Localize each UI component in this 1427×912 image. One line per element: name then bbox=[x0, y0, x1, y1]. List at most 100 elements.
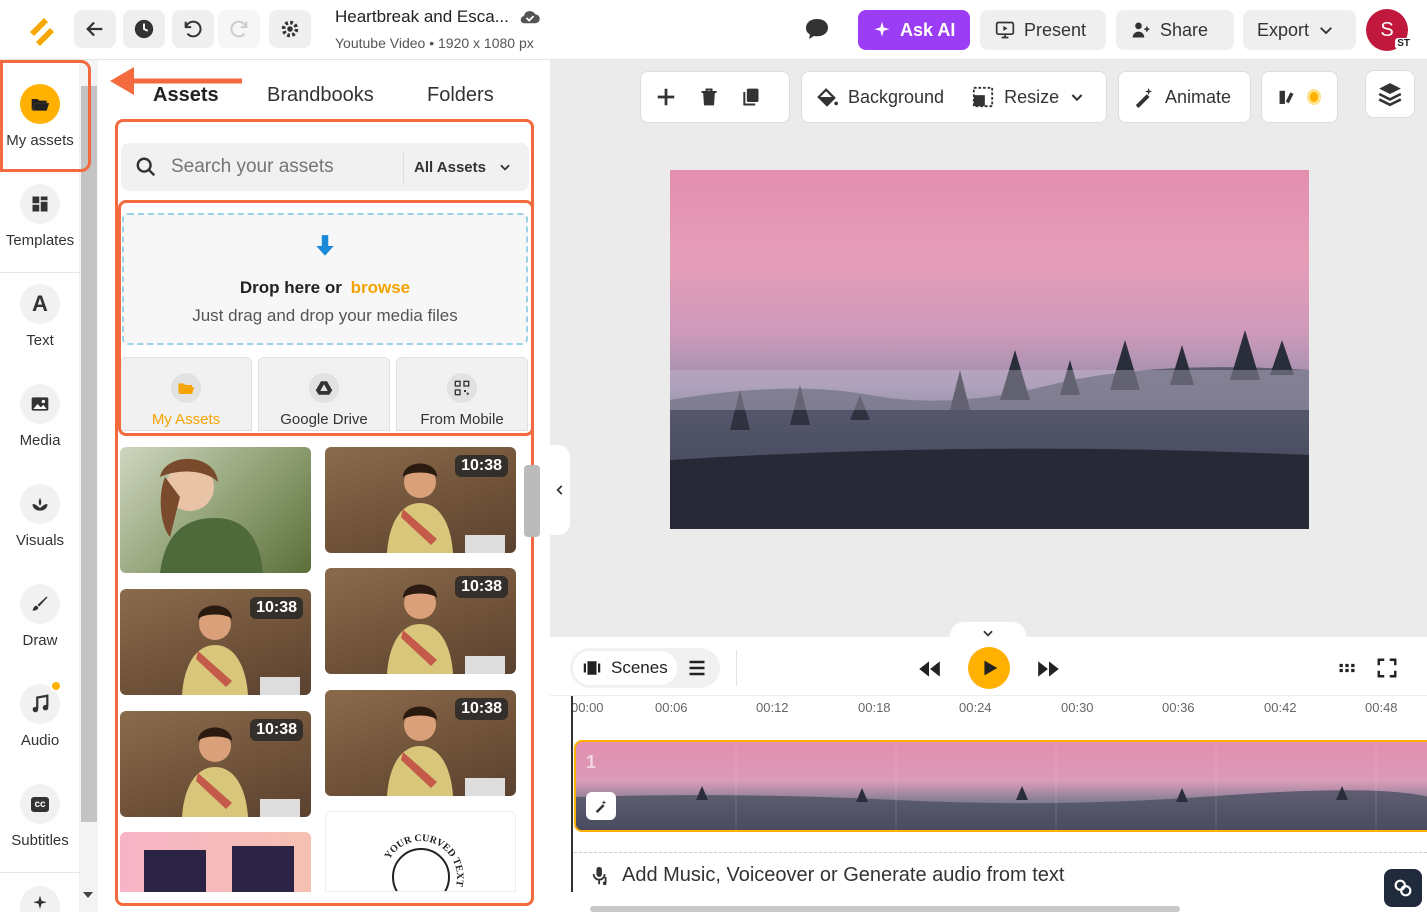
export-button[interactable]: Export bbox=[1243, 10, 1356, 50]
annotation-arrow-icon bbox=[110, 67, 242, 95]
view-toggle: Scenes bbox=[570, 648, 720, 688]
rail-item-text[interactable]: A Text bbox=[0, 266, 80, 356]
scenes-view-button[interactable]: Scenes bbox=[573, 651, 677, 685]
time-tick: 00:36 bbox=[1162, 700, 1195, 715]
text-icon: A bbox=[20, 284, 60, 324]
animate-label: Animate bbox=[1165, 86, 1232, 107]
highlight-upload-area bbox=[118, 200, 534, 436]
arrow-left-icon bbox=[86, 21, 103, 37]
collapse-panel-button[interactable] bbox=[550, 445, 570, 535]
avatar-badge: ST bbox=[1395, 38, 1412, 49]
rail-item-more[interactable] bbox=[20, 886, 60, 912]
rail-item-visuals[interactable]: Visuals bbox=[0, 466, 80, 556]
canvas-scene-image[interactable] bbox=[670, 170, 1309, 529]
resize-icon bbox=[972, 86, 994, 108]
redo-button[interactable] bbox=[218, 10, 260, 48]
rail-label: Templates bbox=[5, 232, 75, 249]
export-label: Export bbox=[1257, 19, 1310, 40]
play-button[interactable] bbox=[968, 647, 1010, 689]
scene-animate-button[interactable] bbox=[586, 792, 616, 820]
layers-icon bbox=[1378, 83, 1402, 107]
brush-icon bbox=[20, 584, 60, 624]
fast-forward-icon[interactable] bbox=[1036, 656, 1062, 682]
duplicate-icon[interactable] bbox=[741, 86, 761, 108]
background-button[interactable]: Background bbox=[816, 86, 944, 108]
add-audio-label: Add Music, Voiceover or Generate audio f… bbox=[622, 864, 1065, 886]
playhead[interactable] bbox=[571, 696, 573, 892]
resize-label: Resize bbox=[1004, 86, 1060, 107]
help-widget-button[interactable] bbox=[1384, 869, 1422, 907]
rail-label: Draw bbox=[22, 632, 58, 649]
cc-icon: cc bbox=[20, 784, 60, 824]
animate-button[interactable]: Animate bbox=[1118, 71, 1251, 123]
add-audio-row[interactable]: Add Music, Voiceover or Generate audio f… bbox=[574, 852, 1427, 898]
top-bar: Heartbreak and Esca... Youtube Video • 1… bbox=[0, 0, 1427, 60]
time-tick: 00:18 bbox=[858, 700, 891, 715]
edit-toolbar bbox=[640, 71, 790, 123]
rail-label: Visuals bbox=[15, 532, 65, 549]
trash-icon[interactable] bbox=[699, 86, 719, 108]
document-subtitle: Youtube Video • 1920 x 1080 px bbox=[335, 35, 534, 51]
layers-button[interactable] bbox=[1366, 71, 1414, 117]
fullscreen-icon[interactable] bbox=[1376, 657, 1398, 679]
list-view-icon[interactable] bbox=[688, 659, 706, 677]
chevron-left-icon bbox=[556, 485, 563, 495]
new-dot-icon bbox=[50, 680, 62, 692]
rail-scrollbar-thumb[interactable] bbox=[81, 86, 97, 822]
time-tick: 00:12 bbox=[756, 700, 789, 715]
scene-number: 1 bbox=[586, 752, 597, 772]
monitor-icon bbox=[995, 21, 1015, 39]
brand-kit-button[interactable] bbox=[1261, 71, 1338, 123]
rail-label: Text bbox=[26, 332, 54, 349]
scene-clip[interactable]: 1 bbox=[574, 740, 1427, 832]
settings-button[interactable] bbox=[269, 10, 311, 48]
rewind-icon[interactable] bbox=[916, 656, 942, 682]
chevron-down-icon bbox=[1320, 27, 1332, 35]
ask-ai-button[interactable]: Ask AI bbox=[858, 10, 970, 50]
cloud-saved-icon bbox=[520, 11, 540, 24]
rail-item-media[interactable]: Media bbox=[0, 366, 80, 456]
history-button[interactable] bbox=[123, 10, 165, 48]
scroll-down-arrow-icon[interactable] bbox=[83, 892, 93, 898]
chevron-down-icon bbox=[1071, 94, 1083, 102]
back-button[interactable] bbox=[74, 10, 116, 48]
time-tick: 00:24 bbox=[959, 700, 992, 715]
app-logo[interactable] bbox=[22, 12, 62, 48]
add-icon[interactable] bbox=[655, 86, 677, 108]
music-note-icon bbox=[20, 680, 62, 724]
user-avatar[interactable]: S ST bbox=[1366, 9, 1412, 51]
rail-item-audio[interactable]: Audio bbox=[0, 666, 80, 756]
share-button[interactable]: Share bbox=[1116, 10, 1234, 50]
background-resize-toolbar: Background Resize bbox=[801, 71, 1107, 123]
tab-folders[interactable]: Folders bbox=[427, 84, 494, 107]
document-title[interactable]: Heartbreak and Esca... bbox=[335, 7, 541, 27]
tab-brandbooks[interactable]: Brandbooks bbox=[267, 84, 374, 107]
music-mic-icon bbox=[592, 866, 607, 885]
paint-bucket-icon bbox=[817, 88, 838, 107]
play-icon bbox=[984, 660, 998, 676]
foggy-forest-image bbox=[670, 330, 1309, 529]
rail-item-templates[interactable]: Templates bbox=[0, 166, 80, 256]
comments-icon[interactable] bbox=[804, 17, 830, 46]
gear-icon bbox=[281, 20, 299, 38]
time-tick: 00:30 bbox=[1061, 700, 1094, 715]
rail-item-draw[interactable]: Draw bbox=[0, 566, 80, 656]
present-label: Present bbox=[1024, 19, 1087, 40]
rail-item-subtitles[interactable]: cc Subtitles bbox=[0, 766, 80, 856]
sparkle-icon bbox=[874, 21, 890, 37]
share-label: Share bbox=[1160, 19, 1209, 40]
ask-ai-label: Ask AI bbox=[900, 19, 956, 40]
time-tick: 00:00 bbox=[571, 700, 604, 715]
magic-wand-icon bbox=[595, 800, 607, 813]
grid-view-icon[interactable] bbox=[1337, 658, 1357, 678]
cc-icon-glyph: cc bbox=[31, 796, 49, 812]
collapse-timeline-button[interactable] bbox=[950, 622, 1026, 640]
panel-scrollbar-thumb[interactable] bbox=[524, 465, 540, 537]
magic-wand-icon bbox=[1135, 87, 1153, 108]
present-button[interactable]: Present bbox=[980, 10, 1106, 50]
rail-divider bbox=[0, 872, 80, 873]
undo-button[interactable] bbox=[172, 10, 214, 48]
resize-button[interactable]: Resize bbox=[972, 86, 1085, 108]
timeline-scrollbar[interactable] bbox=[590, 906, 1180, 912]
scenes-icon bbox=[583, 661, 601, 675]
